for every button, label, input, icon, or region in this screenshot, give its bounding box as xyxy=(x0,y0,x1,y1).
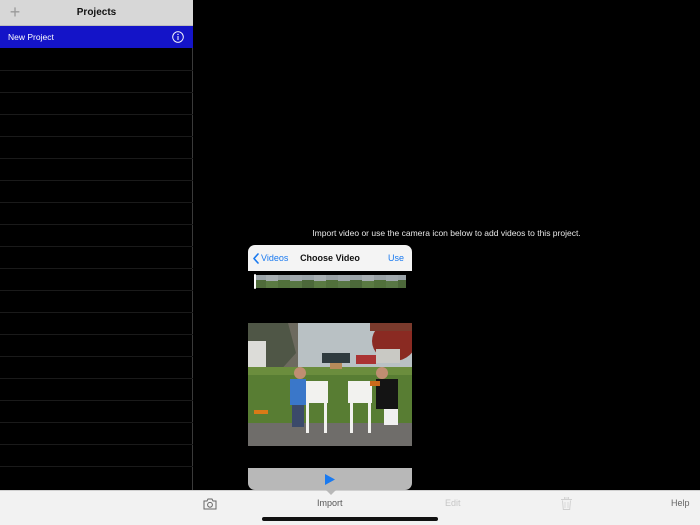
row-divider xyxy=(0,246,193,247)
row-divider xyxy=(0,202,193,203)
row-divider xyxy=(0,422,193,423)
frame-thumbnail xyxy=(350,275,362,288)
row-divider xyxy=(0,70,193,71)
help-button[interactable]: Help xyxy=(671,498,690,508)
picker-nav-bar: Choose Video Videos Use xyxy=(248,245,412,271)
trash-icon[interactable] xyxy=(561,497,572,510)
popover-arrow xyxy=(326,490,336,495)
video-preview xyxy=(248,323,412,446)
row-divider xyxy=(0,268,193,269)
info-icon[interactable] xyxy=(172,31,184,43)
import-button[interactable]: Import xyxy=(317,498,343,508)
frame-thumbnail xyxy=(398,275,406,288)
row-divider xyxy=(0,466,193,467)
chevron-left-icon xyxy=(253,252,259,264)
frame-thumbnail xyxy=(266,275,278,288)
frame-thumbnail xyxy=(302,275,314,288)
plus-icon[interactable]: + xyxy=(7,3,23,21)
row-divider xyxy=(0,114,193,115)
scrubber-handle[interactable] xyxy=(254,274,256,289)
row-divider xyxy=(0,158,193,159)
row-divider xyxy=(0,356,193,357)
back-label: Videos xyxy=(261,253,289,263)
frame-scrubber[interactable] xyxy=(254,275,406,288)
frame-thumbnail xyxy=(338,275,350,288)
edit-button[interactable]: Edit xyxy=(445,498,461,508)
row-divider xyxy=(0,400,193,401)
row-divider xyxy=(0,334,193,335)
frame-thumbnail xyxy=(278,275,290,288)
empty-project-hint: Import video or use the camera icon belo… xyxy=(312,228,581,238)
row-divider xyxy=(0,290,193,291)
frame-thumbnail xyxy=(362,275,374,288)
use-button[interactable]: Use xyxy=(388,245,404,271)
camera-icon[interactable] xyxy=(203,498,217,510)
project-list-item[interactable]: New Project xyxy=(0,26,193,48)
frame-thumbnail xyxy=(326,275,338,288)
project-name: New Project xyxy=(8,32,54,42)
play-icon[interactable] xyxy=(325,474,335,485)
row-divider xyxy=(0,224,193,225)
row-divider xyxy=(0,180,193,181)
frame-thumbnail xyxy=(290,275,302,288)
row-divider xyxy=(0,444,193,445)
sidebar-header: Projects + xyxy=(0,0,193,26)
home-indicator[interactable] xyxy=(262,517,438,521)
playback-bar xyxy=(248,468,412,490)
row-divider xyxy=(0,312,193,313)
back-button[interactable]: Videos xyxy=(253,245,288,271)
sidebar-title: Projects xyxy=(76,7,117,18)
row-divider xyxy=(0,92,193,93)
project-sidebar: Projects + New Project xyxy=(0,0,193,490)
frame-thumbnail xyxy=(314,275,326,288)
row-divider xyxy=(0,378,193,379)
frame-thumbnail xyxy=(386,275,398,288)
choose-video-popover: Choose Video Videos Use xyxy=(248,245,412,490)
frame-thumbnail xyxy=(374,275,386,288)
row-divider xyxy=(0,136,193,137)
